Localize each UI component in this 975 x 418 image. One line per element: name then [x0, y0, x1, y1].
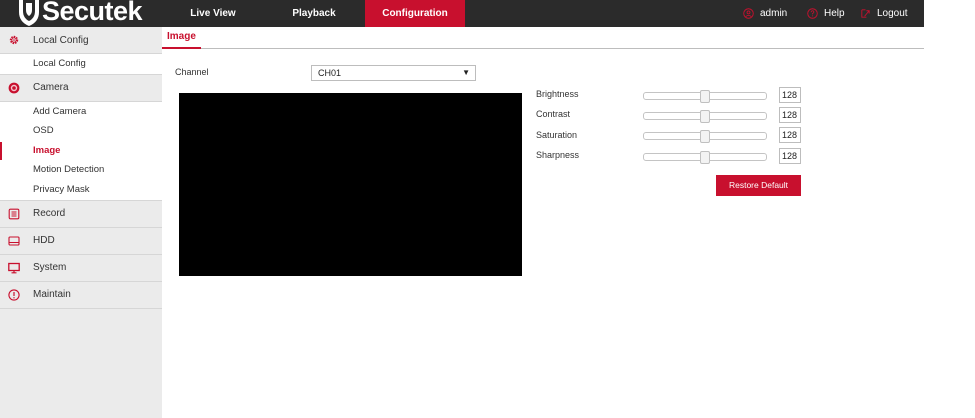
brightness-slider-thumb[interactable] [700, 90, 710, 103]
channel-select-value: CH01 [318, 68, 342, 78]
nav-live-view[interactable]: Live View [164, 0, 262, 27]
nav-playback[interactable]: Playback [266, 0, 362, 27]
info-icon [8, 288, 20, 301]
saturation-label: Saturation [536, 130, 578, 140]
saturation-value[interactable]: 128 [779, 127, 801, 143]
video-preview [179, 93, 522, 276]
monitor-icon [8, 262, 20, 273]
contrast-label: Contrast [536, 109, 571, 119]
sharpness-value[interactable]: 128 [779, 148, 801, 164]
admin-label: admin [760, 8, 788, 19]
restore-default-button[interactable]: Restore Default [716, 175, 801, 196]
sidebar-group-label: System [33, 262, 67, 274]
admin-user-link[interactable]: admin [743, 0, 787, 27]
user-circle-icon [743, 8, 754, 19]
saturation-slider[interactable] [643, 130, 767, 143]
chevron-down-icon: ▼ [462, 68, 470, 77]
logout-label: Logout [877, 8, 908, 19]
sidebar-group-label: Record [33, 208, 66, 220]
contrast-slider-thumb[interactable] [700, 110, 710, 123]
sidebar-group-hdd[interactable]: HDD [0, 228, 162, 255]
hdd-icon [8, 236, 20, 246]
tab-bar: Image [162, 27, 924, 49]
brightness-value[interactable]: 128 [779, 87, 801, 103]
sidebar-group-record[interactable]: Record [0, 201, 162, 228]
record-icon [8, 208, 20, 219]
sidebar-item-image[interactable]: Image [0, 140, 162, 161]
sidebar-group-maintain[interactable]: Maintain [0, 282, 162, 309]
brand-logo: Secutek [18, 0, 143, 28]
camera-icon [8, 82, 20, 93]
sidebar-group-label: Local Config [33, 34, 89, 46]
sidebar-item-privacy-mask[interactable]: Privacy Mask [0, 179, 162, 200]
sidebar-item-local-config[interactable]: Local Config [0, 54, 162, 74]
saturation-slider-thumb[interactable] [700, 130, 710, 143]
logout-icon [861, 9, 870, 18]
sharpness-label: Sharpness [536, 150, 580, 160]
brightness-slider[interactable] [643, 90, 767, 103]
brightness-label: Brightness [536, 89, 579, 99]
contrast-value[interactable]: 128 [779, 107, 801, 123]
shield-logo-icon [19, 0, 39, 26]
logout-link[interactable]: Logout [860, 0, 908, 27]
channel-label: Channel [175, 67, 209, 77]
sidebar-item-add-camera[interactable]: Add Camera [0, 101, 162, 122]
sidebar-group-local-config[interactable]: Local Config [0, 27, 162, 54]
sharpness-slider-thumb[interactable] [700, 151, 710, 164]
sidebar-item-motion-detection[interactable]: Motion Detection [0, 160, 162, 180]
sidebar: Local Config Local Config Camera Add Cam… [0, 27, 162, 418]
top-navigation-bar: Secutek Live View Playback Configuration… [0, 0, 924, 27]
sidebar-group-label: HDD [33, 235, 55, 247]
sidebar-group-camera[interactable]: Camera [0, 75, 162, 102]
help-label: Help [824, 8, 845, 19]
help-link[interactable]: Help [807, 0, 845, 27]
help-circle-icon [807, 8, 818, 19]
sharpness-slider[interactable] [643, 151, 767, 164]
sidebar-group-label: Maintain [33, 289, 71, 301]
gear-icon [9, 35, 19, 45]
contrast-slider[interactable] [643, 110, 767, 123]
channel-select[interactable]: CH01 ▼ [311, 65, 476, 81]
nav-configuration[interactable]: Configuration [365, 0, 465, 27]
sidebar-group-system[interactable]: System [0, 255, 162, 282]
sidebar-item-osd[interactable]: OSD [0, 121, 162, 141]
brand-name: Secutek [42, 0, 143, 26]
tab-image[interactable]: Image [162, 27, 201, 49]
sidebar-group-label: Camera [33, 82, 69, 94]
